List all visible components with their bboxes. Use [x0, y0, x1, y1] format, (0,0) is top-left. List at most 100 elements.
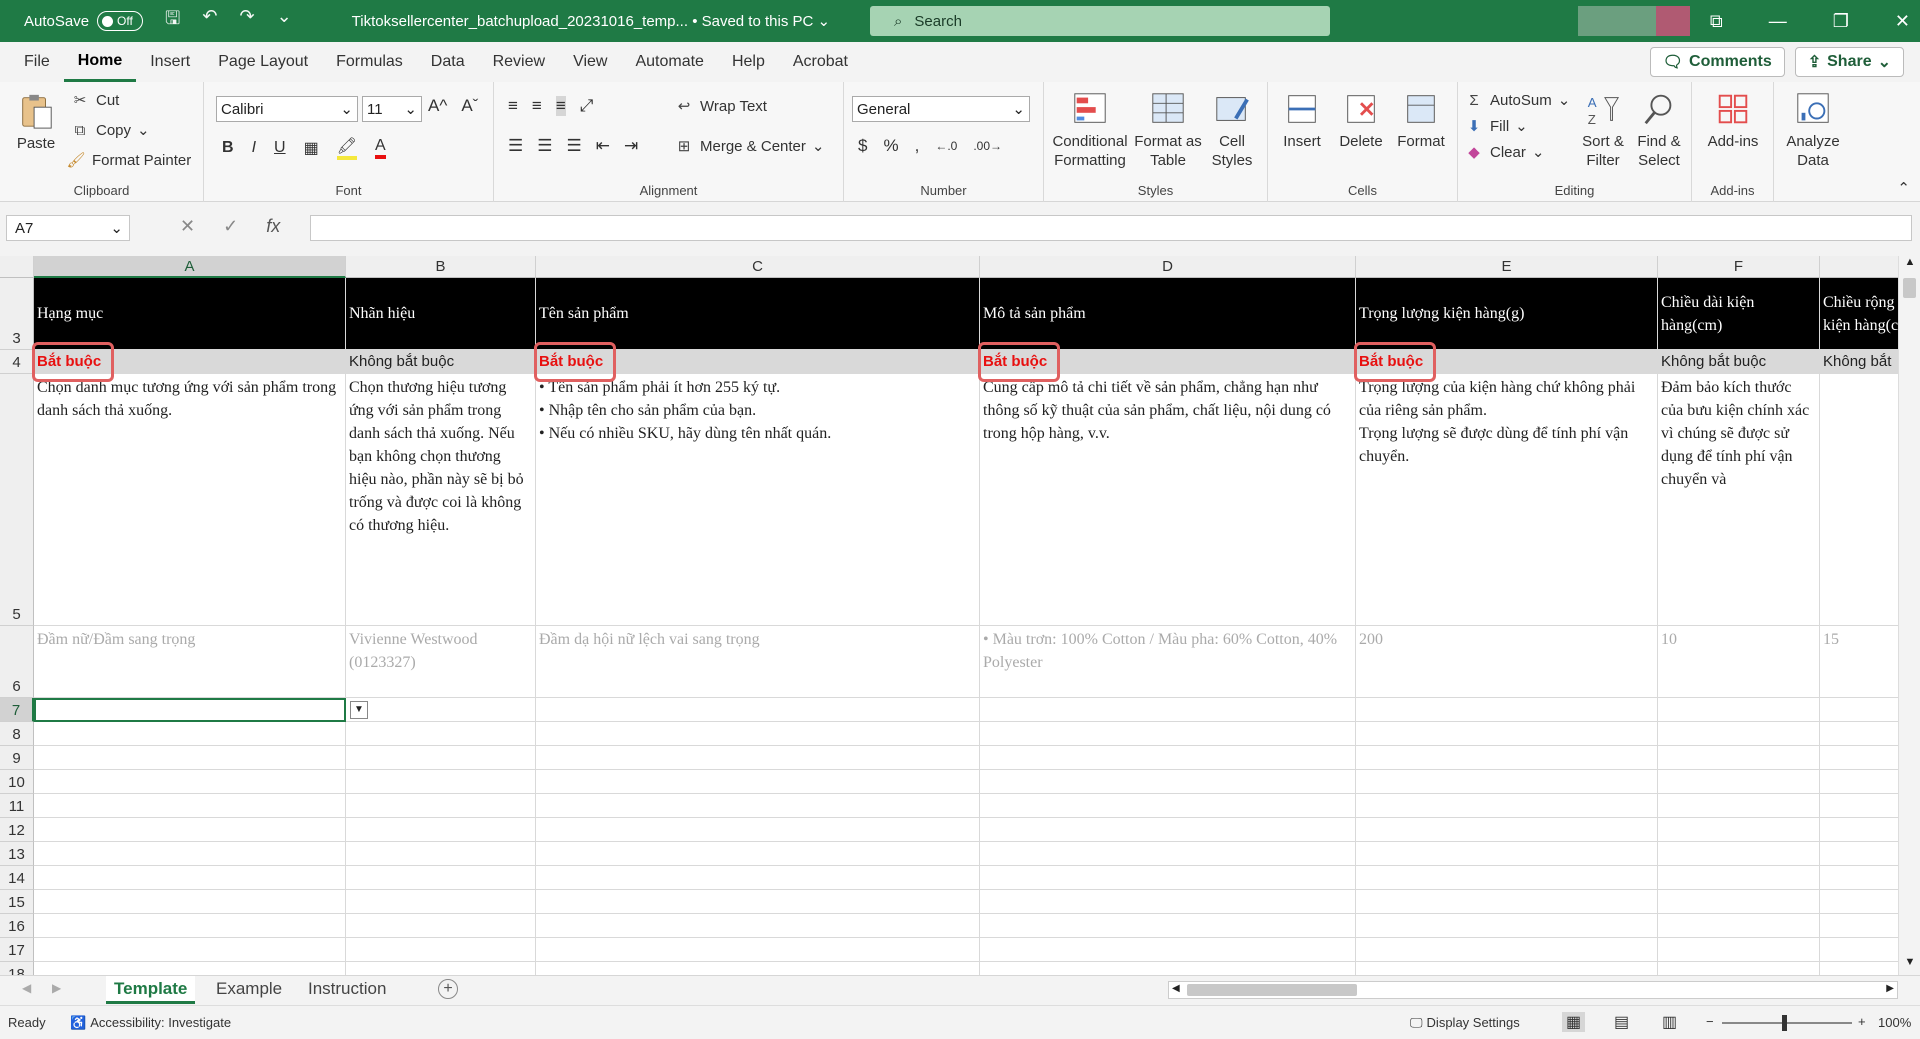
cell[interactable]	[34, 890, 346, 914]
align-center-icon[interactable]: ☰	[537, 136, 552, 156]
cell[interactable]	[346, 794, 536, 818]
cell[interactable]	[1658, 866, 1820, 890]
cell[interactable]	[1658, 746, 1820, 770]
cell[interactable]	[346, 746, 536, 770]
add-sheet-icon[interactable]: +	[438, 979, 458, 999]
cell[interactable]	[536, 722, 980, 746]
find-select-button[interactable]: Find & Select	[1630, 90, 1688, 170]
cell[interactable]	[1356, 842, 1658, 866]
borders-icon[interactable]: ▦	[304, 138, 319, 158]
tab-help[interactable]: Help	[718, 42, 779, 82]
paste-button[interactable]: Paste	[14, 92, 58, 153]
row-header-11[interactable]: 11	[0, 794, 34, 818]
cell[interactable]	[1356, 962, 1658, 976]
tab-home[interactable]: Home	[63, 42, 137, 82]
minimize-icon[interactable]: —	[1769, 11, 1787, 32]
cell[interactable]	[1658, 890, 1820, 914]
cell[interactable]	[980, 890, 1356, 914]
cell[interactable]	[346, 890, 536, 914]
requirement-cell[interactable]: Bắt buộc	[34, 350, 346, 374]
requirement-cell[interactable]: Bắt buộc	[980, 350, 1356, 374]
vertical-scroll-thumb[interactable]	[1903, 278, 1916, 298]
prev-sheet-icon[interactable]: ◀	[22, 981, 31, 995]
autosum-button[interactable]: Σ AutoSum ⌄	[1464, 90, 1570, 110]
cell[interactable]	[980, 818, 1356, 842]
row-header-10[interactable]: 10	[0, 770, 34, 794]
horizontal-scrollbar[interactable]: ◀ ▶	[1168, 981, 1898, 999]
tab-acrobat[interactable]: Acrobat	[779, 42, 862, 82]
row-header-5[interactable]: 5	[0, 374, 34, 626]
insert-cells-button[interactable]: Insert	[1274, 90, 1330, 151]
cell[interactable]	[1356, 770, 1658, 794]
description-cell[interactable]: • Tên sản phẩm phải ít hơn 255 ký tự. • …	[536, 374, 980, 626]
row-header-12[interactable]: 12	[0, 818, 34, 842]
normal-view-icon[interactable]: ▦	[1562, 1012, 1586, 1032]
comments-button[interactable]: 🗨 Comments	[1649, 47, 1785, 77]
clear-button[interactable]: ◆ Clear ⌄	[1464, 142, 1544, 162]
cell[interactable]	[1356, 722, 1658, 746]
chevron-down-icon[interactable]: ⌄	[1878, 52, 1891, 72]
accessibility-button[interactable]: ♿ Accessibility: Investigate	[70, 1015, 231, 1031]
cell[interactable]	[536, 914, 980, 938]
row-header-8[interactable]: 8	[0, 722, 34, 746]
row-header-7[interactable]: 7	[0, 698, 34, 722]
zoom-slider-thumb[interactable]	[1782, 1015, 1787, 1031]
cell[interactable]	[346, 770, 536, 794]
cell[interactable]	[346, 722, 536, 746]
cell[interactable]	[536, 818, 980, 842]
example-cell[interactable]: Đầm dạ hội nữ lệch vai sang trọng	[536, 626, 980, 698]
font-name-select[interactable]: Calibri ⌄	[216, 96, 358, 122]
row-header-9[interactable]: 9	[0, 746, 34, 770]
example-cell[interactable]: 200	[1356, 626, 1658, 698]
cell[interactable]	[346, 914, 536, 938]
decrease-indent-icon[interactable]: ⇤	[596, 136, 610, 156]
cell[interactable]	[1356, 938, 1658, 962]
column-header-B[interactable]: B	[346, 256, 536, 278]
search-box[interactable]: ⌕ Search	[870, 6, 1330, 36]
collapse-ribbon-icon[interactable]: ⌃	[1897, 179, 1910, 197]
description-cell[interactable]: Đảm bảo kích thước của bưu kiện chính xá…	[1658, 374, 1820, 626]
tab-review[interactable]: Review	[479, 42, 559, 82]
row-header-6[interactable]: 6	[0, 626, 34, 698]
cell[interactable]	[34, 914, 346, 938]
decrease-decimal-icon[interactable]: .00→	[973, 139, 1002, 153]
cell[interactable]	[980, 842, 1356, 866]
underline-icon[interactable]: U	[274, 139, 286, 157]
description-cell[interactable]: Trọng lượng của kiện hàng chứ không phải…	[1356, 374, 1658, 626]
cell[interactable]	[980, 914, 1356, 938]
zoom-slider[interactable]	[1722, 1015, 1852, 1031]
percent-icon[interactable]: %	[883, 136, 898, 156]
conditional-formatting-button[interactable]: Conditional Formatting	[1048, 90, 1132, 170]
cell[interactable]	[1356, 890, 1658, 914]
row-header-16[interactable]: 16	[0, 914, 34, 938]
page-layout-view-icon[interactable]: ▤	[1614, 1012, 1629, 1032]
cell[interactable]	[1356, 794, 1658, 818]
cell[interactable]	[34, 770, 346, 794]
customize-qat-icon[interactable]: ⌄	[277, 6, 292, 36]
sheet-tab-instruction[interactable]: Instruction	[300, 976, 394, 1004]
description-cell[interactable]: Chọn danh mục tương ứng với sản phẩm tro…	[34, 374, 346, 626]
tab-file[interactable]: File	[10, 42, 64, 82]
active-cell-selection[interactable]	[34, 698, 346, 722]
spreadsheet-grid[interactable]: A B C D E F 3 4 5 6 7 8 9 10 11 12 13 14 15 16 17 18 Hạng mục N…	[0, 256, 1920, 976]
cell[interactable]	[1356, 746, 1658, 770]
column-header-C[interactable]: C	[536, 256, 980, 278]
row-header-18[interactable]: 18	[0, 962, 34, 976]
row-header-4[interactable]: 4	[0, 350, 34, 374]
select-all-corner[interactable]	[0, 256, 34, 278]
ribbon-display-icon[interactable]: ⧉	[1710, 11, 1723, 32]
fill-color-icon[interactable]: 🖍	[336, 136, 358, 160]
display-settings-button[interactable]: 🖵 Display Settings	[1410, 1015, 1520, 1031]
header-cell[interactable]: Chiều dài kiện hàng(cm)	[1658, 278, 1820, 350]
cell[interactable]	[1658, 722, 1820, 746]
example-cell[interactable]: • Màu trơn: 100% Cotton / Màu pha: 60% C…	[980, 626, 1356, 698]
account-area[interactable]	[1578, 6, 1690, 36]
bold-icon[interactable]: B	[222, 139, 234, 157]
column-header-F[interactable]: F	[1658, 256, 1820, 278]
requirement-cell[interactable]: Bắt buộc	[536, 350, 980, 374]
close-icon[interactable]: ✕	[1895, 11, 1910, 32]
enter-icon[interactable]: ✓	[223, 216, 238, 237]
cell[interactable]	[536, 962, 980, 976]
column-header-D[interactable]: D	[980, 256, 1356, 278]
decrease-font-icon[interactable]: Aˇ	[461, 96, 478, 116]
